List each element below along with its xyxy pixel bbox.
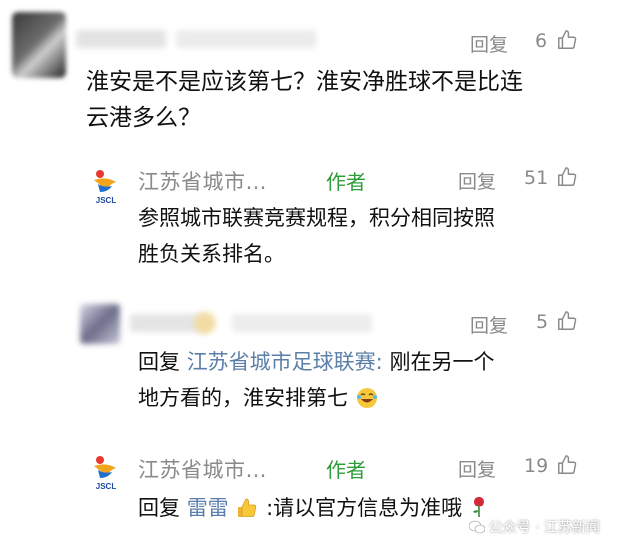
reply-to-name[interactable]: 雷雷 [187,496,229,520]
commenter-avatar[interactable] [12,12,66,78]
thumbs-up-emoji-icon [238,498,257,517]
laughing-emoji-icon [356,388,377,408]
author-name[interactable]: 江苏省城市… [138,454,267,484]
comment-text-line2: 云港多么？ [86,105,201,131]
commenter-meta-blurred [232,314,372,332]
author-name[interactable]: 江苏省城市… [138,166,267,196]
reply-prefix: 回复 [138,350,180,374]
like-count: 5 [536,311,549,333]
author-badge: 作者 [326,458,366,482]
reply-text-line2: 地方看的，淮安排第七 [138,386,348,410]
like-icon[interactable] [556,29,578,51]
like-count: 6 [535,30,548,52]
like-count: 51 [524,167,549,189]
author-badge: 作者 [326,170,366,194]
commenter-meta-blurred [176,30,316,48]
reply-button[interactable]: 回复 [458,167,496,194]
like-icon[interactable] [556,310,578,332]
watermark-text: 公众号 · 江苏新闻 [488,520,600,536]
svg-text:JSCL: JSCL [96,196,117,205]
reply-text-line1: 参照城市联赛竞赛规程，积分相同按照 [138,206,495,230]
reply-button[interactable]: 回复 [470,30,508,57]
jscl-logo[interactable]: JSCL [86,166,126,206]
reply-text-rest: 刚在另一个 [389,350,495,374]
reply-to-name[interactable]: 江苏省城市足球联赛: [187,350,383,374]
commenter-emoji-blurred [194,312,216,334]
reply-text-line2: 胜负关系排名。 [138,242,285,266]
like-icon[interactable] [556,166,578,188]
svg-text:JSCL: JSCL [96,482,117,491]
reply-button[interactable]: 回复 [470,311,508,338]
reply-text-rest: :请以官方信息为准哦 [266,496,463,520]
jscl-logo[interactable]: JSCL [86,452,126,492]
like-icon[interactable] [556,454,578,476]
watermark: 公众号 · 江苏新闻 [468,517,600,537]
reply-prefix: 回复 [138,496,180,520]
comment-text-line1: 淮安是不是应该第七？淮安净胜球不是比连 [86,69,523,95]
reply-button[interactable]: 回复 [458,455,496,482]
wechat-icon [468,520,485,534]
commenter-name-blurred [76,30,166,48]
like-count: 19 [524,455,549,477]
commenter-avatar[interactable] [80,304,120,344]
rose-emoji-icon [472,497,484,517]
